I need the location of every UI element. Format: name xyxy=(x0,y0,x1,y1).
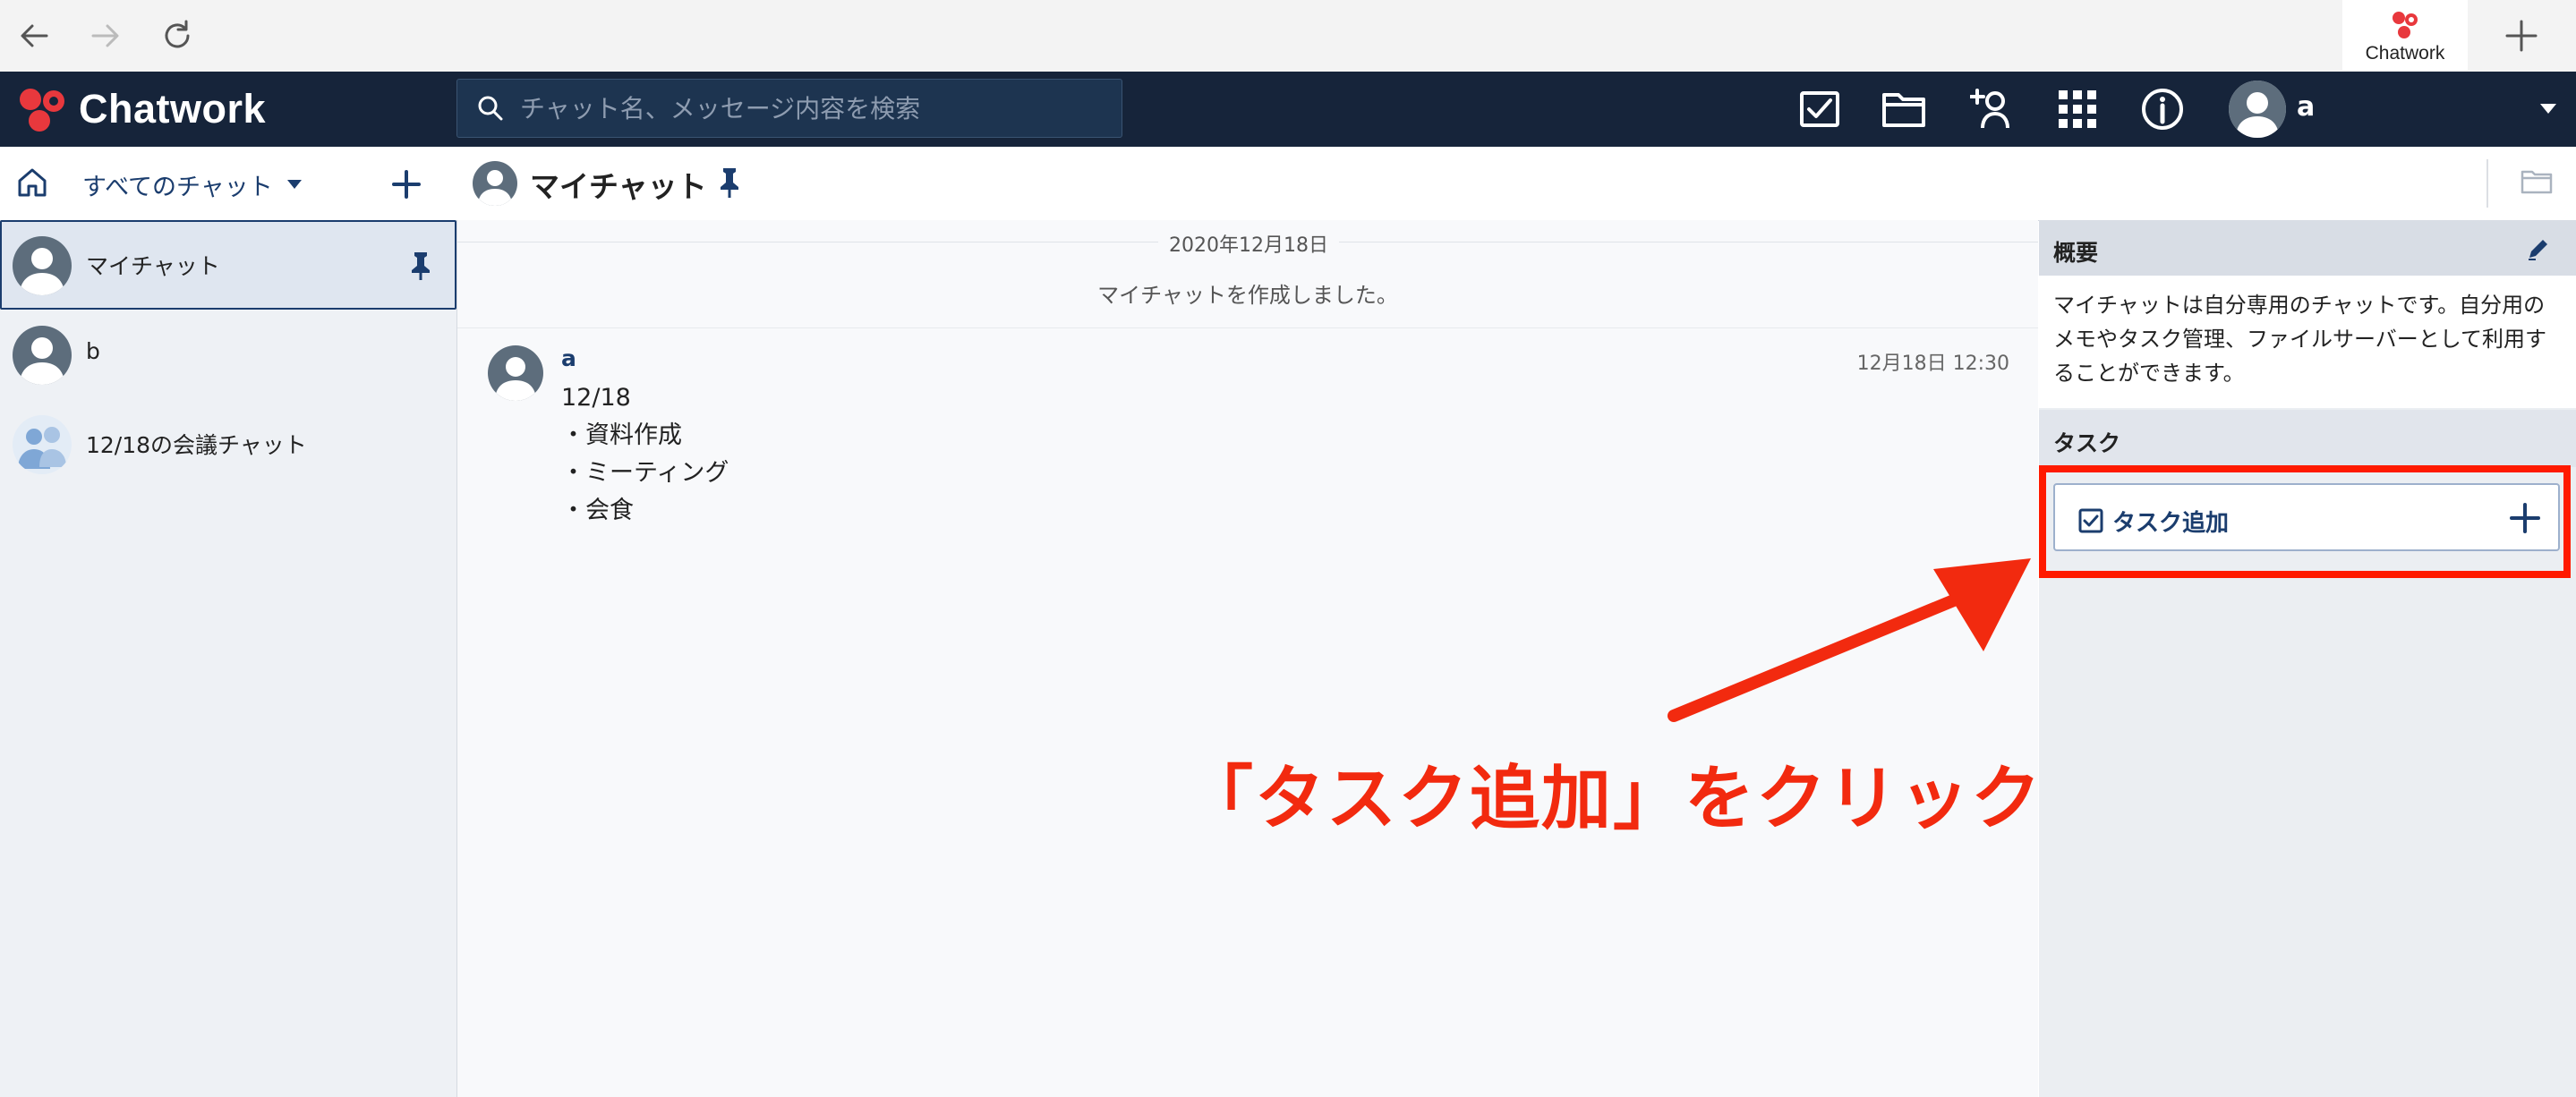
header-divider xyxy=(2486,159,2488,208)
add-chat-button[interactable] xyxy=(387,165,426,204)
message[interactable]: a 12月18日 12:30 12/18 ・資料作成 ・ミーティング ・会食 xyxy=(457,327,2038,542)
user-silhouette-icon xyxy=(495,357,536,401)
apps-grid-icon[interactable] xyxy=(2051,82,2104,136)
user-silhouette-icon xyxy=(13,236,72,295)
room-header: マイチャット xyxy=(458,147,2576,221)
highlight-box xyxy=(2039,465,2571,578)
all-chats-filter[interactable]: すべてのチャット xyxy=(82,166,303,202)
message-author[interactable]: a xyxy=(561,345,576,371)
add-contact-icon[interactable] xyxy=(1966,82,2019,136)
reload-icon[interactable] xyxy=(158,16,197,55)
message-avatar[interactable] xyxy=(488,345,543,401)
room-info-panel: 概要 マイチャットは自分専用のチャットです。自分用のメモやタスク管理、ファイルサ… xyxy=(2039,220,2576,1097)
message-timestamp: 12月18日 12:30 xyxy=(1856,353,2009,375)
info-icon[interactable] xyxy=(2136,82,2189,136)
overview-title: 概要 xyxy=(2053,240,2099,266)
chatwork-logo[interactable]: Chatwork xyxy=(14,82,266,136)
chatwork-logo-icon xyxy=(20,89,64,132)
chat-list-item[interactable]: 12/18の会議チャット xyxy=(0,399,456,489)
room-avatar xyxy=(473,161,517,206)
all-chats-label: すべてのチャット xyxy=(82,173,273,201)
home-icon[interactable] xyxy=(16,166,52,202)
chat-avatar xyxy=(13,326,72,385)
chat-avatar xyxy=(13,236,72,295)
task-check-icon[interactable] xyxy=(1793,82,1847,136)
task-section-header: タスク xyxy=(2039,410,2576,467)
pin-icon[interactable] xyxy=(718,166,741,199)
user-name[interactable]: a xyxy=(2297,91,2315,123)
system-message: マイチャットを作成しました。 xyxy=(1097,283,1398,308)
task-title: タスク xyxy=(2053,430,2121,456)
folder-icon[interactable] xyxy=(1877,82,1931,136)
user-silhouette-icon xyxy=(478,170,512,206)
user-silhouette-icon xyxy=(13,326,72,385)
logo-text: Chatwork xyxy=(79,86,267,132)
annotation-caption: 「タスク追加」をクリック xyxy=(1183,759,2043,839)
chat-name: 12/18の会議チャット xyxy=(86,432,307,458)
pin-icon[interactable] xyxy=(410,251,431,281)
annotation-arrow-icon xyxy=(1668,558,2031,722)
chatwork-favicon-icon xyxy=(2393,12,2418,38)
chat-list-item[interactable]: マイチャット xyxy=(0,220,456,310)
message-line: ・会食 xyxy=(561,497,634,524)
forward-arrow-icon[interactable] xyxy=(86,16,125,55)
message-line: 12/18 xyxy=(561,384,631,412)
user-avatar[interactable] xyxy=(2229,81,2286,138)
search-box[interactable] xyxy=(456,79,1122,138)
app-header: Chatwork a xyxy=(0,72,2576,147)
search-input[interactable] xyxy=(518,92,1095,124)
user-silhouette-icon xyxy=(2229,81,2286,138)
message-body: 12/18 ・資料作成 ・ミーティング ・会食 xyxy=(561,379,729,530)
date-label: 2020年12月18日 xyxy=(1158,229,1339,258)
group-users-icon xyxy=(13,415,72,474)
message-line: ・資料作成 xyxy=(561,421,682,449)
new-tab-plus-icon[interactable] xyxy=(2502,16,2541,55)
caret-down-icon xyxy=(286,180,302,189)
message-line: ・ミーティング xyxy=(561,459,729,487)
browser-tab[interactable]: Chatwork xyxy=(2342,0,2468,71)
overview-header: 概要 xyxy=(2039,220,2576,276)
pencil-edit-icon[interactable] xyxy=(2526,236,2551,261)
search-icon xyxy=(478,96,503,121)
user-menu-caret-icon[interactable] xyxy=(2538,98,2558,118)
chat-name: マイチャット xyxy=(86,253,220,279)
date-separator: 2020年12月18日 xyxy=(457,229,2038,258)
tab-title: Chatwork xyxy=(2365,43,2445,64)
chat-name: b xyxy=(86,338,100,364)
plus-icon xyxy=(392,170,421,199)
overview-description: マイチャットは自分専用のチャットです。自分用のメモやタスク管理、ファイルサーバー… xyxy=(2039,276,2576,408)
group-chat-avatar xyxy=(13,415,72,474)
room-title: マイチャット xyxy=(530,169,707,204)
chat-list-sidebar: マイチャット b 12/18の会議チャット xyxy=(0,220,457,1097)
back-arrow-icon[interactable] xyxy=(14,16,54,55)
browser-toolbar: Chatwork xyxy=(0,0,2576,72)
chat-list-item[interactable]: b xyxy=(0,310,456,399)
room-folder-icon[interactable] xyxy=(2521,168,2553,195)
